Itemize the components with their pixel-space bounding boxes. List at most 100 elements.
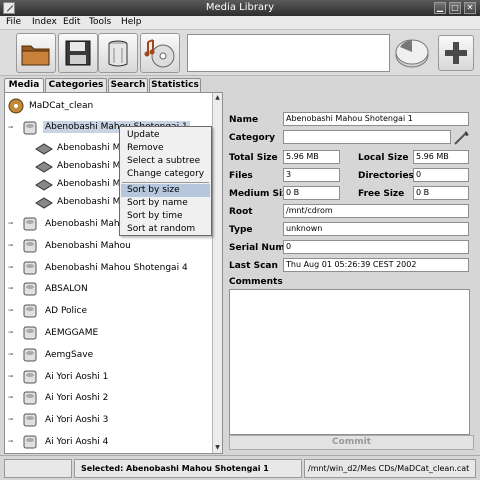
expand-icon[interactable]: ⊸: [8, 264, 14, 271]
hard-disk-icon: [21, 260, 39, 276]
trash-button[interactable]: [98, 33, 138, 73]
scroll-up-icon[interactable]: ▲: [214, 94, 221, 102]
tree-node-label: AEMGGAME: [45, 328, 99, 338]
maximize-button[interactable]: □: [449, 2, 461, 14]
menu-item-remove[interactable]: Remove: [121, 142, 210, 155]
serial-field[interactable]: 0: [283, 240, 469, 254]
tab-search[interactable]: Search: [108, 78, 148, 92]
type-label: Type: [229, 225, 253, 235]
menu-index[interactable]: Index: [32, 17, 57, 27]
total-size-label: Total Size: [229, 153, 278, 163]
menu-item-sort-by-size[interactable]: Sort by size: [121, 184, 210, 197]
scroll-down-icon[interactable]: ▼: [214, 444, 221, 452]
tab-categories[interactable]: Categories: [45, 78, 107, 92]
context-menu: Update Remove Select a subtree Change ca…: [119, 126, 212, 236]
tree-node[interactable]: ⊸ Ai Yori Aoshi 3: [5, 409, 213, 431]
name-field[interactable]: Abenobashi Mahou Shotengai 1: [283, 112, 469, 126]
tree-root-label: MaDCat_clean: [29, 101, 94, 111]
tree-node[interactable]: ⊸ AEMGGAME: [5, 322, 213, 344]
files-field: 3: [283, 168, 340, 182]
root-field[interactable]: /mnt/cdrom: [283, 204, 469, 218]
type-field[interactable]: unknown: [283, 222, 469, 236]
tree-node-label: Ai Yori Aoshi 2: [45, 393, 109, 404]
tree-root[interactable]: MaDCat_clean: [5, 95, 213, 117]
tree-node[interactable]: ⊸ AemgSave: [5, 344, 213, 366]
menu-item-sort-by-time[interactable]: Sort by time: [121, 210, 210, 223]
menu-edit[interactable]: Edit: [63, 17, 80, 27]
close-button[interactable]: ✕: [464, 2, 476, 14]
disk-icon: [35, 143, 53, 155]
category-label: Category: [229, 133, 276, 143]
menu-tools[interactable]: Tools: [89, 17, 111, 27]
music-cd-icon: [144, 39, 175, 68]
tree-node[interactable]: ⊸ Abenobashi Mahou: [5, 235, 213, 257]
last-scan-field: Thu Aug 01 05:26:39 CEST 2002: [283, 258, 469, 272]
folder-icon: [21, 45, 50, 66]
expand-icon[interactable]: ⊸: [8, 439, 14, 445]
expand-icon[interactable]: ⊸: [8, 242, 14, 249]
menu-item-update[interactable]: Update: [121, 129, 210, 142]
menu-file[interactable]: File: [6, 17, 21, 27]
tree-node[interactable]: ⊸ AD Police: [5, 300, 213, 322]
disk-button[interactable]: [392, 33, 434, 73]
collapse-icon[interactable]: ⊸: [8, 125, 14, 131]
tab-media[interactable]: Media: [4, 78, 44, 93]
expand-icon[interactable]: ⊸: [8, 395, 14, 401]
search-input[interactable]: [187, 34, 390, 72]
comments-textarea[interactable]: [229, 289, 470, 435]
hard-disk-icon: [21, 216, 39, 232]
expand-icon[interactable]: ⊸: [8, 417, 14, 423]
expand-icon[interactable]: ⊸: [8, 330, 14, 336]
tab-statistics[interactable]: Statistics: [149, 78, 201, 92]
menu-help[interactable]: Help: [121, 17, 142, 27]
tree-node[interactable]: ⊸ Ai Yori Aoshi 1: [5, 366, 213, 388]
title-bar: Media Library ▁ □ ✕: [0, 0, 480, 16]
category-field[interactable]: [283, 130, 451, 144]
tree-node-label: Ai Yori Aoshi 4: [45, 437, 109, 447]
scan-media-button[interactable]: [140, 33, 180, 73]
catalog-icon: [7, 98, 25, 114]
name-label: Name: [229, 115, 259, 125]
category-picker-icon[interactable]: [453, 129, 471, 146]
hard-disk-icon: [21, 369, 39, 385]
open-button[interactable]: [16, 33, 56, 73]
status-path: /mnt/win_d2/Mes CDs/MaDCat_clean.cat: [304, 459, 476, 478]
status-selected: Selected: Abenobashi Mahou Shotengai 1: [74, 459, 302, 478]
medium-size-field: 0 B: [283, 186, 340, 200]
total-size-field: 5.96 MB: [283, 150, 340, 164]
window-title: Media Library: [205, 2, 275, 13]
hard-disk-icon: [21, 390, 39, 406]
tree-node-label: ABSALON: [45, 284, 88, 295]
tree-child-label: Abenobashi Ma: [57, 179, 126, 189]
expand-icon[interactable]: ⊸: [8, 286, 14, 292]
tree-scrollbar[interactable]: ▲ ▼: [212, 93, 222, 453]
tree-node-label: AD Police: [45, 306, 88, 317]
hard-disk-icon: [21, 120, 39, 136]
free-size-field: 0 B: [413, 186, 469, 200]
tree-node[interactable]: ⊸ Ai Yori Aoshi 2: [5, 387, 213, 409]
save-button[interactable]: [58, 33, 98, 73]
tree-node[interactable]: ⊸ Abenobashi Mahou Shotengai 4: [5, 257, 213, 279]
menu-separator: [122, 182, 209, 183]
add-button[interactable]: [438, 35, 474, 71]
tree-node[interactable]: ⊸ ABSALON: [5, 278, 213, 300]
expand-icon[interactable]: ⊸: [8, 351, 14, 358]
tree-node-label: Abenobashi Mahou: [45, 240, 131, 251]
directories-label: Directories: [358, 171, 414, 181]
tree-child-label: Abenobashi Ma: [57, 197, 126, 207]
menu-bar: File Index Edit Tools Help: [0, 16, 480, 30]
menu-item-select-subtree[interactable]: Select a subtree: [121, 155, 210, 168]
tree-node[interactable]: ⊸ Ai Yori Aoshi 4: [5, 431, 213, 453]
menu-item-sort-at-random[interactable]: Sort at random: [121, 223, 210, 236]
commit-button[interactable]: Commit: [229, 435, 474, 450]
directories-field: 0: [413, 168, 469, 182]
expand-icon[interactable]: ⊸: [8, 221, 14, 227]
free-size-label: Free Size: [358, 189, 405, 199]
expand-icon[interactable]: ⊸: [8, 308, 14, 314]
minimize-button[interactable]: ▁: [434, 2, 446, 14]
menu-item-change-category[interactable]: Change category: [121, 168, 210, 181]
menu-item-sort-by-name[interactable]: Sort by name: [121, 197, 210, 210]
expand-icon[interactable]: ⊸: [8, 373, 14, 380]
tree-node-label: Abenobashi Mahou: [45, 219, 131, 229]
plus-icon: [445, 42, 467, 64]
